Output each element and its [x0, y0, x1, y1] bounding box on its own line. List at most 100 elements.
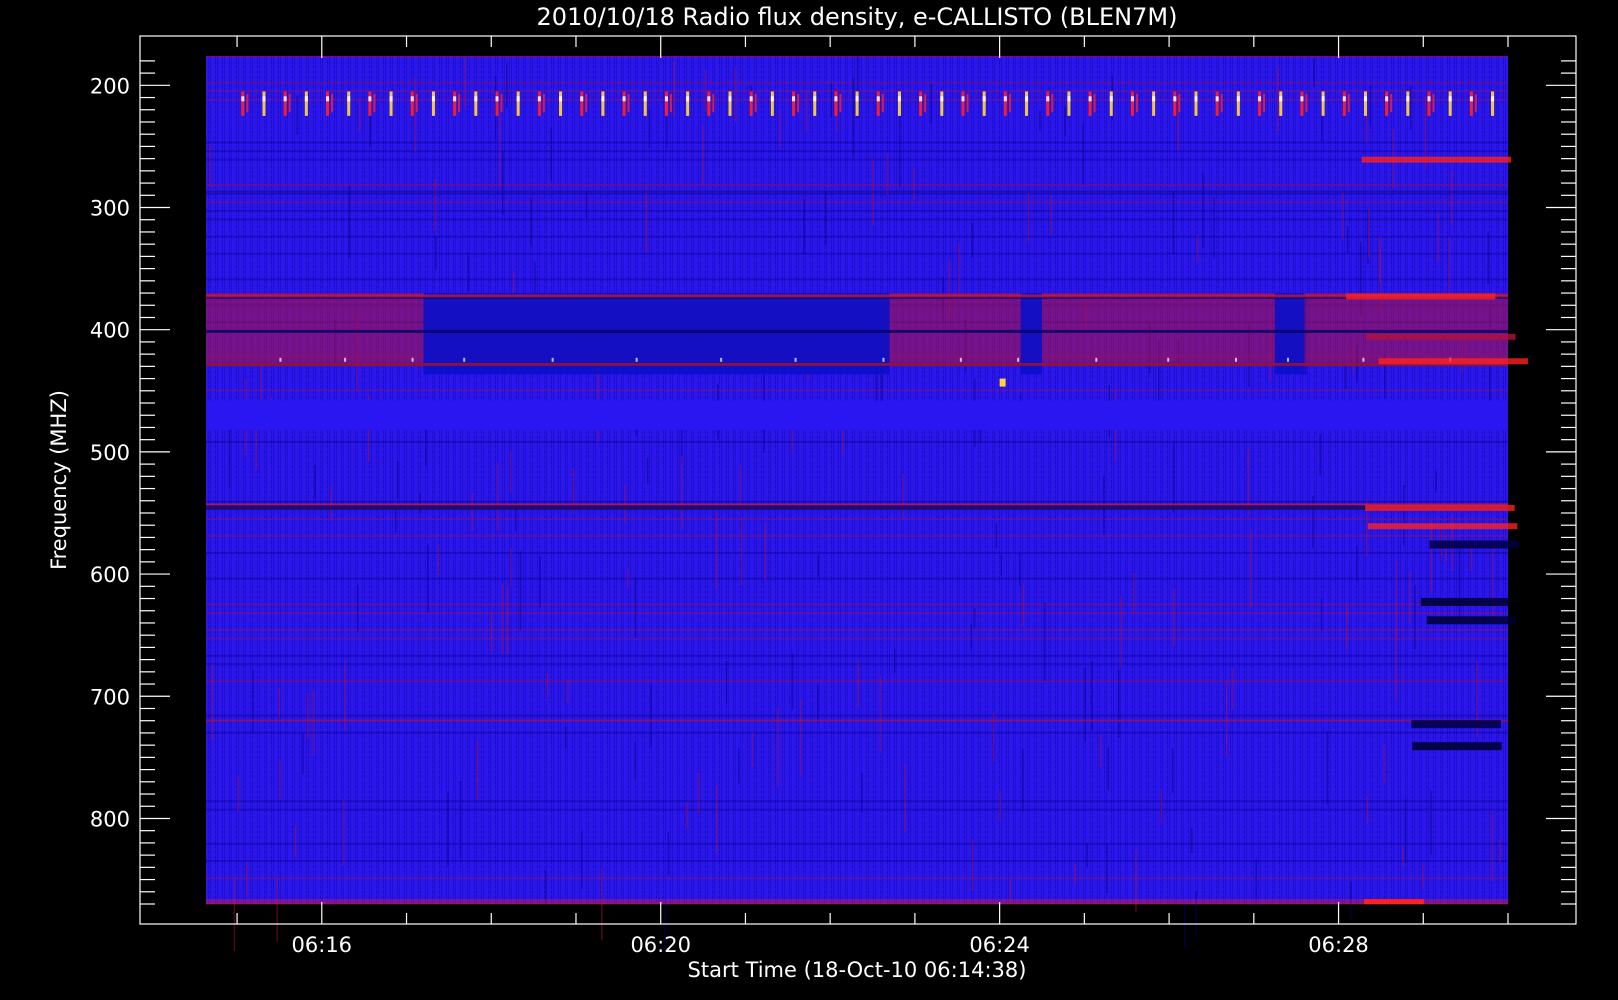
noise-streak — [359, 97, 361, 132]
line-287 — [206, 190, 1508, 193]
burst-core — [1427, 96, 1431, 102]
noise-streak — [467, 252, 470, 291]
noise-streak — [302, 732, 304, 775]
noise-streak — [634, 577, 637, 639]
burst — [347, 91, 351, 116]
noise-streak — [1430, 520, 1433, 594]
noise-streak — [861, 772, 863, 813]
marker-423 — [794, 357, 797, 362]
burst-core — [664, 96, 668, 102]
noise-streak — [1404, 798, 1407, 863]
burst — [707, 91, 711, 116]
burst-core — [707, 96, 711, 102]
noise-streak — [715, 785, 718, 854]
burst — [855, 91, 859, 116]
burst — [1003, 91, 1007, 116]
noise-streak — [546, 672, 549, 698]
x-tick-label: 06:20 — [630, 933, 691, 957]
noise-streak — [904, 763, 906, 834]
red-line-372 — [206, 294, 1508, 298]
noise-streak — [1190, 827, 1193, 854]
y-tick-label: 400 — [90, 319, 130, 343]
x-tick-label: 06:16 — [292, 933, 353, 957]
noise-streak — [1231, 668, 1234, 710]
noise-streak — [751, 731, 754, 768]
burst-core — [495, 96, 499, 102]
burst-core — [1215, 96, 1219, 102]
noise-streak — [564, 726, 567, 749]
marker-423 — [959, 357, 962, 362]
noise-streak — [255, 428, 258, 470]
noise-streak — [539, 556, 541, 608]
burst — [1469, 91, 1473, 116]
texture-line — [206, 860, 1508, 863]
texture-line — [206, 440, 1508, 443]
burst-secondary — [1390, 93, 1393, 113]
burst-secondary — [1263, 93, 1266, 113]
noise-streak — [1422, 864, 1424, 890]
noise-streak — [1430, 790, 1432, 855]
noise-streak — [464, 58, 467, 109]
noise-streak — [278, 687, 281, 718]
texture-line — [206, 629, 1508, 632]
noise-streak — [1491, 549, 1494, 621]
marker-423 — [463, 357, 466, 362]
noise-streak — [427, 544, 429, 613]
noise-streak — [704, 70, 707, 112]
noise-streak — [1120, 596, 1122, 668]
noise-streak — [970, 623, 973, 650]
y-tick-label: 600 — [90, 563, 130, 587]
noise-streak — [779, 109, 781, 147]
noise-streak — [857, 659, 860, 708]
noise-streak — [1184, 903, 1186, 948]
burst — [1088, 91, 1092, 116]
burst-secondary — [1178, 93, 1181, 113]
texture-line — [206, 235, 1508, 238]
noise-streak — [686, 802, 688, 829]
burst-core — [1003, 96, 1007, 102]
burst — [686, 91, 690, 116]
burst — [897, 91, 901, 116]
burst — [1258, 91, 1262, 116]
noise-streak — [1064, 106, 1066, 137]
burst-core — [559, 96, 563, 102]
noise-streak — [1084, 667, 1086, 742]
marker-423 — [1167, 357, 1170, 362]
x-tick-label: 06:24 — [969, 933, 1030, 957]
burst-core — [241, 96, 245, 102]
y-tick-label: 200 — [90, 74, 130, 98]
marker-423 — [411, 357, 414, 362]
dark-section — [423, 293, 890, 375]
noise-streak — [447, 792, 449, 867]
texture-line — [206, 150, 1508, 153]
burst-core — [813, 96, 817, 102]
noise-streak — [1172, 191, 1174, 255]
burst-secondary — [500, 93, 503, 113]
texture-line — [206, 680, 1508, 683]
noise-streak — [435, 236, 437, 271]
noise-streak — [1409, 572, 1411, 624]
burst-core — [516, 96, 520, 102]
burst-secondary — [288, 93, 291, 113]
texture-line — [206, 800, 1508, 803]
burst-core — [304, 96, 308, 102]
noise-streak — [276, 878, 278, 942]
burst — [537, 91, 541, 116]
burst-core — [1025, 96, 1029, 102]
burst-core — [431, 96, 435, 102]
burst-core — [1279, 96, 1283, 102]
burst-core — [410, 96, 414, 102]
noise-streak — [566, 679, 569, 704]
strong-line-545 — [206, 504, 1508, 510]
burst-core — [1173, 96, 1177, 102]
burst — [770, 91, 774, 116]
burst — [919, 91, 923, 116]
burst — [1406, 91, 1410, 116]
noise-streak — [507, 586, 509, 655]
marker-423 — [1235, 357, 1238, 362]
burst — [1279, 91, 1283, 116]
burst — [1025, 91, 1029, 116]
noise-streak — [414, 77, 416, 152]
burst-secondary — [712, 93, 715, 113]
noise-streak — [902, 474, 905, 520]
